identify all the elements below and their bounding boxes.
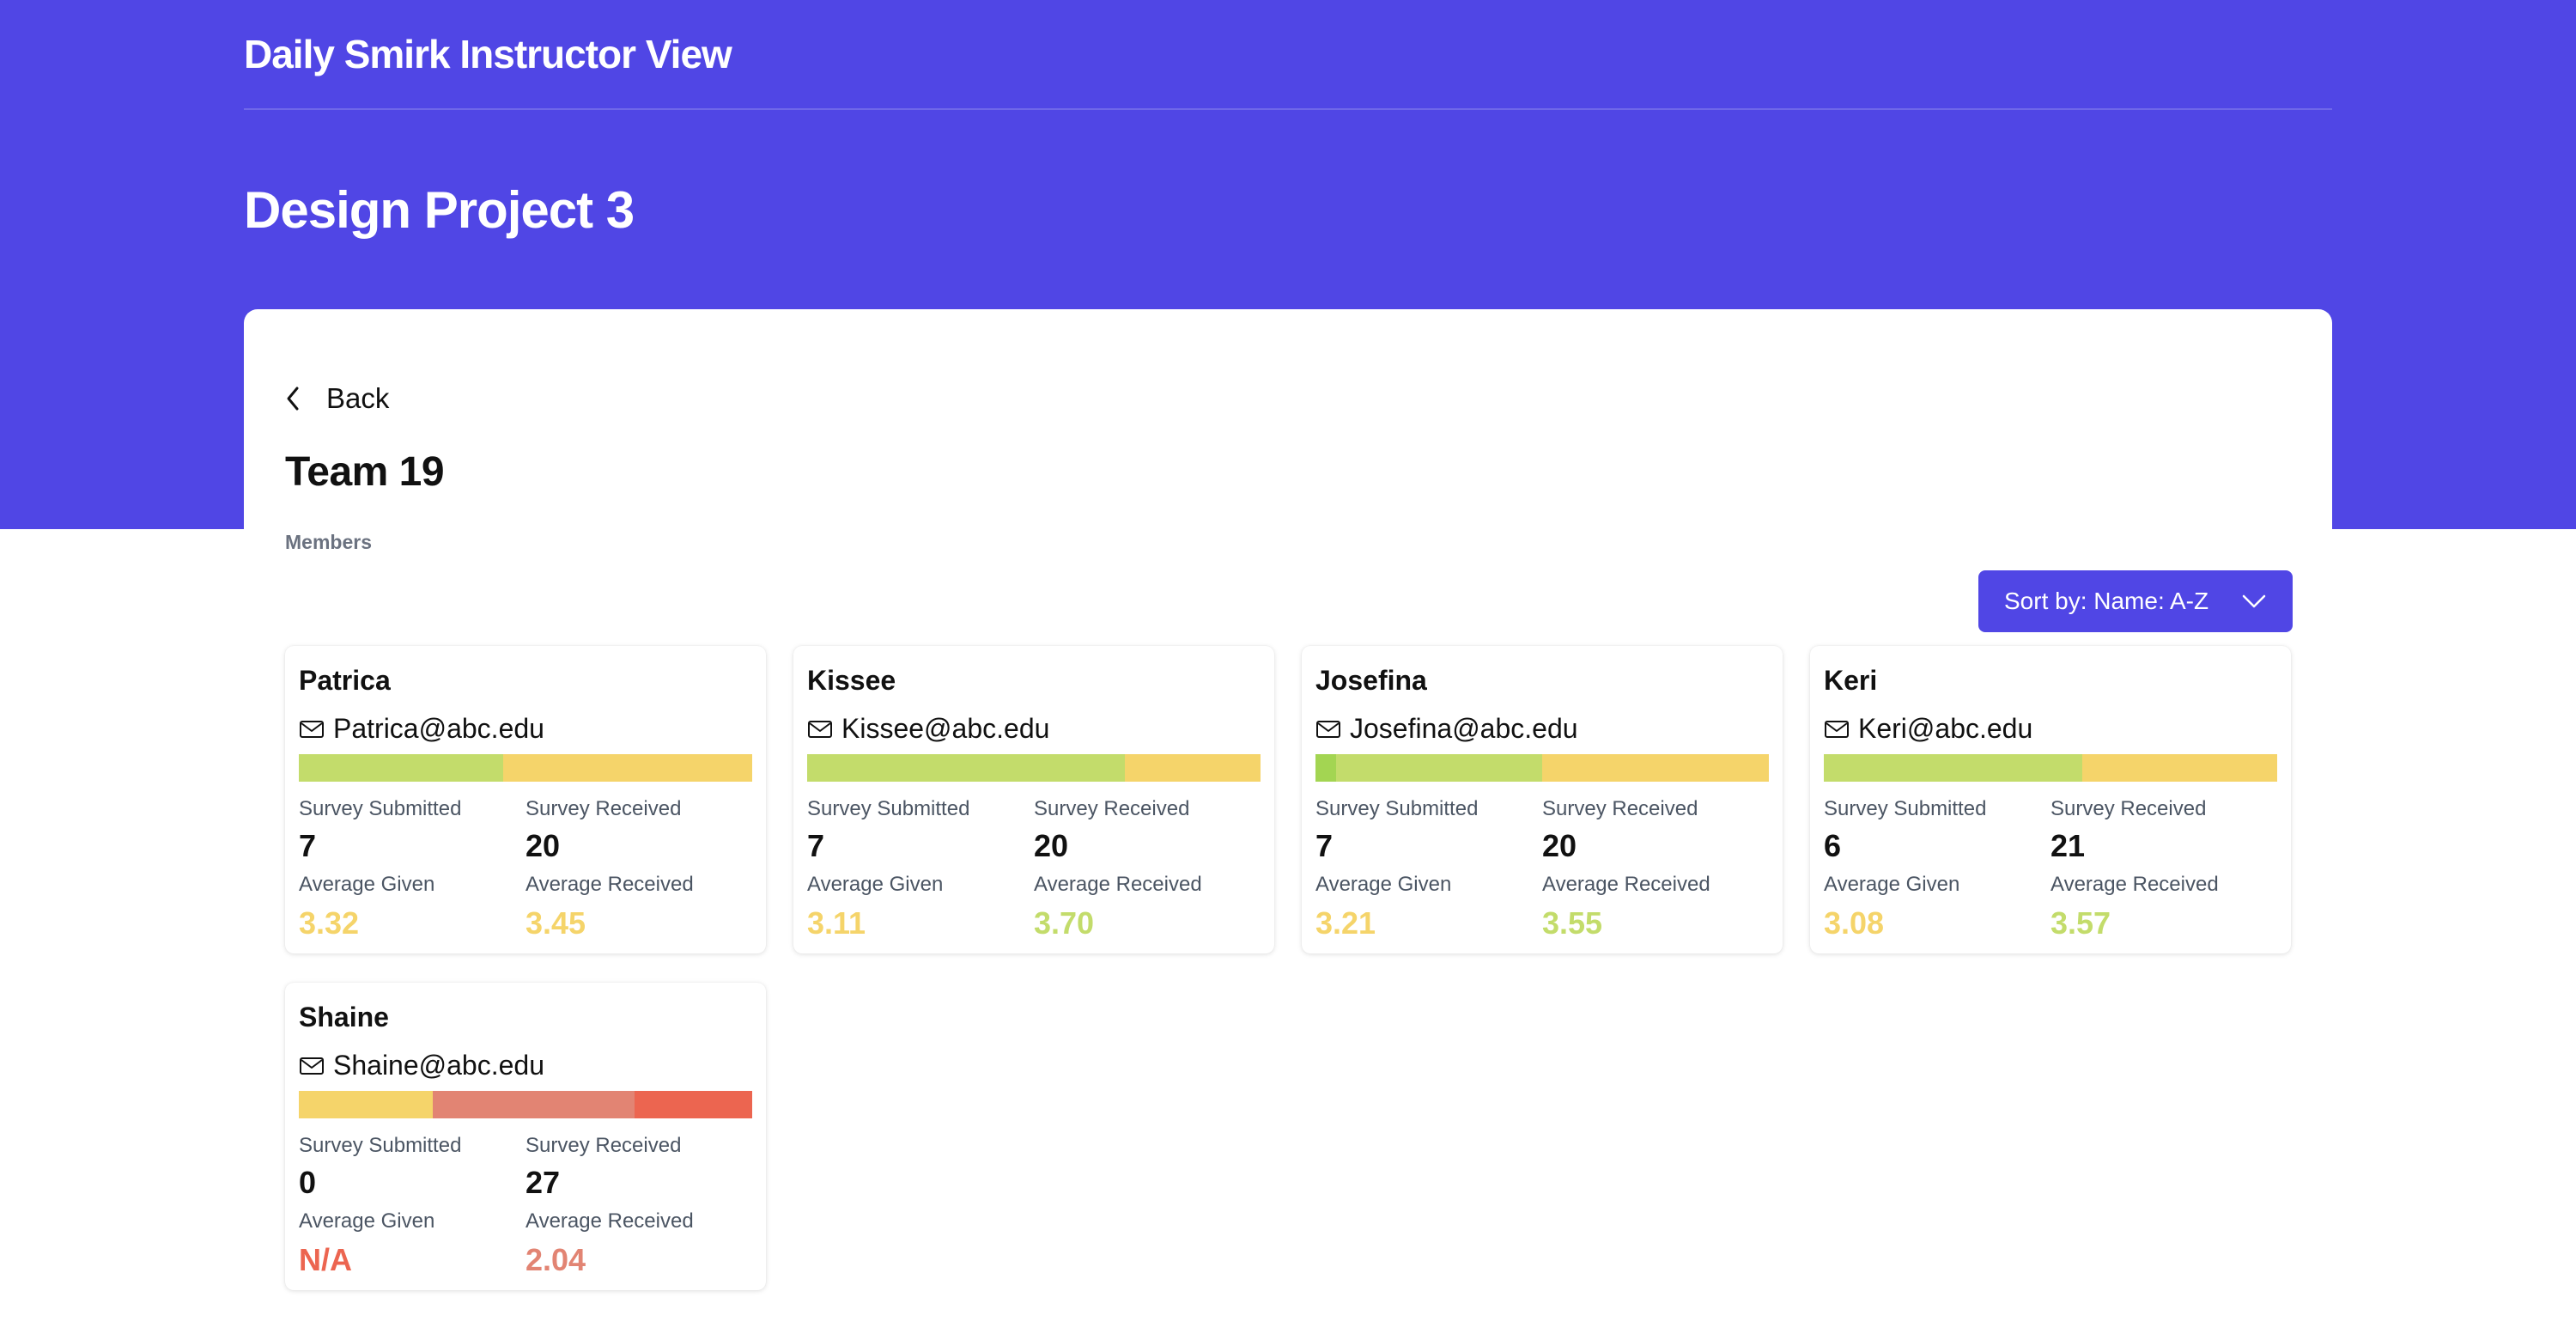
back-label: Back — [326, 382, 390, 414]
survey-received-label: Survey Received — [1542, 797, 1698, 820]
member-email[interactable]: Keri@abc.edu — [1824, 713, 2032, 745]
survey-submitted-label: Survey Submitted — [807, 797, 970, 820]
rating-bar-segment — [299, 754, 503, 782]
member-card[interactable]: Patrica Patrica@abc.edu Survey Submitted… — [285, 646, 766, 953]
member-email-text: Kissee@abc.edu — [841, 713, 1050, 744]
survey-received-value: 27 — [526, 1165, 561, 1200]
average-received-value: 3.55 — [1542, 905, 1603, 941]
team-title: Team 19 — [285, 449, 445, 495]
rating-distribution-bar — [299, 754, 752, 782]
average-given-label: Average Given — [1824, 873, 1960, 896]
member-email[interactable]: Patrica@abc.edu — [299, 713, 544, 745]
average-received-label: Average Received — [526, 873, 694, 896]
mail-icon — [1825, 720, 1849, 738]
mail-icon — [300, 720, 324, 738]
average-received-value: 3.70 — [1034, 905, 1095, 941]
member-name: Keri — [1824, 665, 1878, 696]
member-email-text: Josefina@abc.edu — [1350, 713, 1578, 744]
back-button[interactable]: Back — [283, 381, 389, 416]
average-given-label: Average Given — [1315, 873, 1452, 896]
average-given-label: Average Given — [299, 1209, 435, 1233]
survey-received-value: 20 — [526, 828, 561, 863]
survey-submitted-label: Survey Submitted — [299, 1134, 462, 1157]
mail-icon — [300, 1057, 324, 1075]
rating-bar-segment — [432, 1091, 635, 1118]
members-label: Members — [285, 531, 372, 553]
average-given-value: 3.08 — [1824, 905, 1885, 941]
member-email[interactable]: Shaine@abc.edu — [299, 1050, 544, 1081]
rating-bar-segment — [1315, 754, 1336, 782]
member-email-text: Keri@abc.edu — [1858, 713, 2033, 744]
app-title: Daily Smirk Instructor View — [244, 32, 732, 76]
member-name: Patrica — [299, 665, 391, 696]
average-received-label: Average Received — [2050, 873, 2219, 896]
member-email[interactable]: Josefina@abc.edu — [1315, 713, 1578, 745]
rating-distribution-bar — [807, 754, 1261, 782]
survey-received-label: Survey Received — [526, 1134, 682, 1157]
average-received-value: 3.57 — [2050, 905, 2111, 941]
survey-received-label: Survey Received — [526, 797, 682, 820]
rating-bar-segment — [634, 1091, 752, 1118]
project-title: Design Project 3 — [244, 181, 635, 239]
survey-received-value: 21 — [2050, 828, 2086, 863]
survey-submitted-value: 0 — [299, 1165, 317, 1200]
survey-received-value: 20 — [1034, 828, 1069, 863]
survey-submitted-label: Survey Submitted — [299, 797, 462, 820]
rating-bar-segment — [1824, 754, 2082, 782]
chevron-down-icon — [2242, 594, 2266, 608]
average-given-value: N/A — [299, 1242, 352, 1277]
survey-submitted-value: 7 — [1315, 828, 1334, 863]
rating-bar-segment — [2081, 754, 2277, 782]
average-received-value: 2.04 — [526, 1242, 586, 1277]
rating-bar-segment — [299, 1091, 433, 1118]
survey-received-label: Survey Received — [2050, 797, 2207, 820]
average-received-label: Average Received — [1542, 873, 1710, 896]
chevron-left-icon — [287, 387, 299, 411]
team-panel: Back Team 19 Members Sort by: Name: A-Z … — [244, 309, 2332, 1340]
member-email-text: Patrica@abc.edu — [333, 713, 544, 744]
rating-distribution-bar — [299, 1091, 752, 1118]
member-name: Shaine — [299, 1002, 389, 1032]
rating-bar-segment — [1541, 754, 1769, 782]
average-given-value: 3.11 — [807, 905, 866, 941]
rating-bar-segment — [1335, 754, 1542, 782]
survey-submitted-label: Survey Submitted — [1315, 797, 1479, 820]
member-name: Josefina — [1315, 665, 1427, 696]
survey-submitted-value: 6 — [1824, 828, 1842, 863]
average-given-label: Average Given — [299, 873, 435, 896]
member-card[interactable]: Kissee Kissee@abc.edu Survey Submitted S… — [793, 646, 1274, 953]
rating-bar-segment — [807, 754, 1125, 782]
member-name: Kissee — [807, 665, 896, 696]
rating-bar-segment — [502, 754, 752, 782]
average-given-value: 3.32 — [299, 905, 360, 941]
member-email[interactable]: Kissee@abc.edu — [807, 713, 1049, 745]
member-email-text: Shaine@abc.edu — [333, 1050, 544, 1081]
survey-received-label: Survey Received — [1034, 797, 1190, 820]
mail-icon — [1316, 720, 1340, 738]
average-received-label: Average Received — [1034, 873, 1202, 896]
member-card[interactable]: Josefina Josefina@abc.edu Survey Submitt… — [1302, 646, 1783, 953]
average-given-label: Average Given — [807, 873, 944, 896]
rating-distribution-bar — [1315, 754, 1769, 782]
mail-icon — [808, 720, 832, 738]
average-given-value: 3.21 — [1315, 905, 1376, 941]
average-received-value: 3.45 — [526, 905, 586, 941]
member-card[interactable]: Shaine Shaine@abc.edu Survey Submitted S… — [285, 983, 766, 1290]
sort-dropdown[interactable]: Sort by: Name: A-Z — [1978, 570, 2293, 632]
survey-submitted-value: 7 — [807, 828, 825, 863]
sort-label: Sort by: Name: A-Z — [2004, 588, 2209, 614]
header-divider — [244, 108, 2332, 110]
survey-submitted-label: Survey Submitted — [1824, 797, 1987, 820]
rating-bar-segment — [1124, 754, 1261, 782]
survey-submitted-value: 7 — [299, 828, 317, 863]
average-received-label: Average Received — [526, 1209, 694, 1233]
survey-received-value: 20 — [1542, 828, 1577, 863]
rating-distribution-bar — [1824, 754, 2277, 782]
member-card[interactable]: Keri Keri@abc.edu Survey Submitted Surve… — [1810, 646, 2291, 953]
